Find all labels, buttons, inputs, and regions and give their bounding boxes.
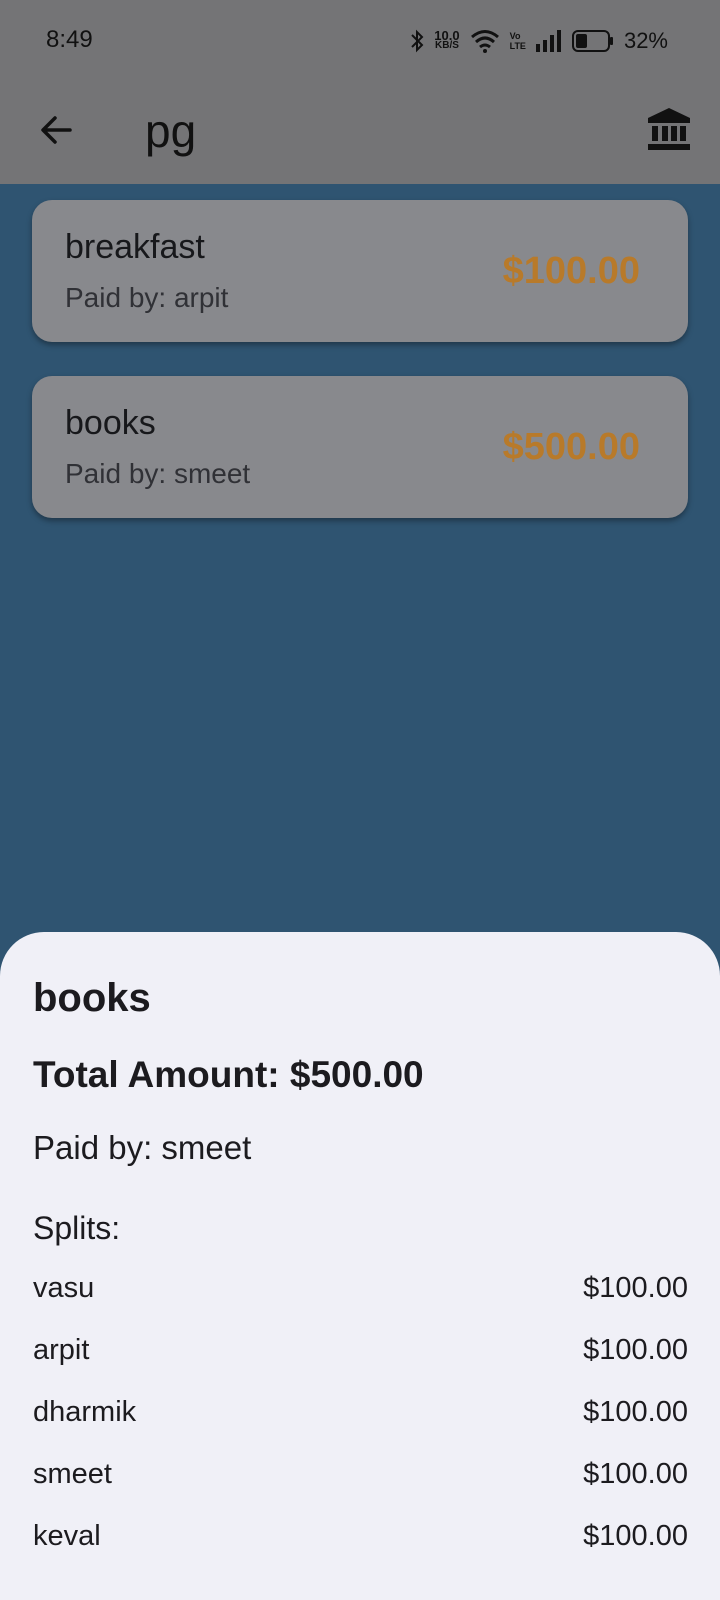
status-bar: 8:49 10.0 KB/S Vo LTE 32% <box>0 0 720 84</box>
app-bar: pg <box>0 84 720 184</box>
expense-paid-by: Paid by: smeet <box>65 458 251 489</box>
split-row: vasu $100.00 <box>33 1268 688 1308</box>
status-icons: 10.0 KB/S Vo LTE 32% <box>410 24 668 58</box>
page-title: pg <box>145 105 197 157</box>
split-row: keval $100.00 <box>33 1516 688 1556</box>
split-row: smeet $100.00 <box>33 1454 688 1494</box>
split-amount: $100.00 <box>583 1519 688 1552</box>
battery-percent: 32% <box>623 28 668 53</box>
split-name: keval <box>33 1519 101 1552</box>
total-amount: Total Amount: $500.00 <box>33 1054 424 1095</box>
split-name: vasu <box>33 1271 95 1304</box>
expense-amount: $100.00 <box>502 250 640 292</box>
expense-card-books[interactable]: books Paid by: smeet $500.00 <box>32 376 688 518</box>
expense-paid-by: Paid by: arpit <box>65 282 229 313</box>
wifi-icon <box>470 30 499 53</box>
expense-detail-sheet: books Total Amount: $500.00 Paid by: sme… <box>0 932 720 1600</box>
split-amount: $100.00 <box>583 1333 688 1366</box>
split-amount: $100.00 <box>583 1457 688 1490</box>
split-row: dharmik $100.00 <box>33 1392 688 1432</box>
paid-by: Paid by: smeet <box>33 1129 252 1166</box>
battery-icon <box>571 30 613 52</box>
volte-indicator: Vo LTE <box>510 31 526 51</box>
sheet-title: books <box>33 976 151 1020</box>
bank-icon[interactable] <box>646 106 692 152</box>
expense-name: breakfast <box>65 228 205 266</box>
network-speed: 10.0 KB/S <box>434 29 459 51</box>
split-row: arpit $100.00 <box>33 1330 688 1370</box>
splits-heading: Splits: <box>33 1210 121 1246</box>
status-time: 8:49 <box>46 26 93 53</box>
volte-top: Vo <box>509 31 521 41</box>
network-speed-unit: KB/S <box>435 40 459 51</box>
split-amount: $100.00 <box>583 1395 688 1428</box>
split-name: dharmik <box>33 1395 137 1428</box>
expense-amount: $500.00 <box>502 426 640 468</box>
back-arrow-icon[interactable] <box>36 110 76 150</box>
expense-card-breakfast[interactable]: breakfast Paid by: arpit $100.00 <box>32 200 688 342</box>
split-name: smeet <box>33 1457 112 1490</box>
expense-name: books <box>65 404 156 442</box>
bluetooth-icon <box>411 29 424 53</box>
split-name: arpit <box>33 1333 90 1366</box>
signal-icon <box>535 30 561 52</box>
split-amount: $100.00 <box>583 1271 688 1304</box>
volte-bottom: LTE <box>509 41 526 51</box>
